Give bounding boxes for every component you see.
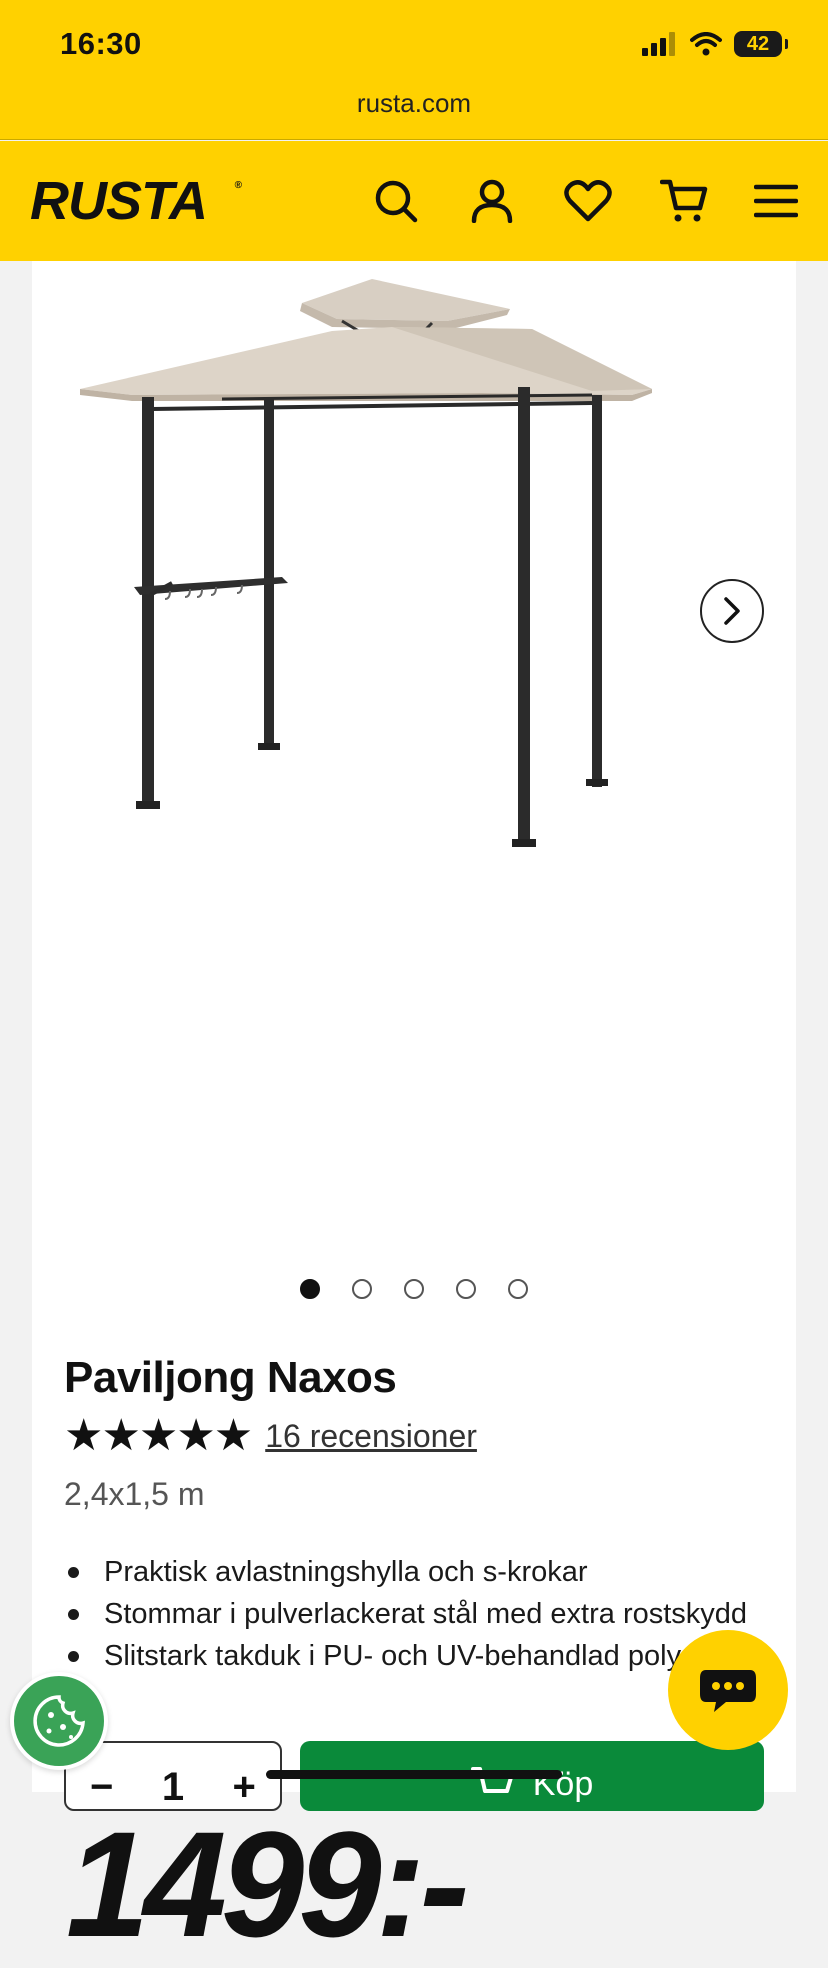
url-text[interactable]: rusta.com xyxy=(357,88,471,119)
star-rating-icon: ★★★★★ xyxy=(64,1411,253,1460)
gallery-dot[interactable] xyxy=(456,1279,476,1299)
search-icon xyxy=(375,180,418,223)
site-header: RUSTA ® xyxy=(0,141,828,261)
battery-icon: 42 xyxy=(734,31,788,57)
product-price: 1499:- xyxy=(66,1800,470,1968)
cart-button[interactable] xyxy=(636,171,732,231)
gallery-next-button[interactable] xyxy=(700,579,764,643)
menu-hamburger-icon xyxy=(754,184,798,218)
product-size: 2,4x1,5 m xyxy=(64,1476,205,1512)
status-icons: 42 xyxy=(642,31,788,57)
rating-row: ★★★★★ 16 recensioner xyxy=(64,1414,477,1458)
chevron-right-icon xyxy=(724,597,740,625)
gallery-dot[interactable] xyxy=(300,1279,320,1299)
quantity-value[interactable]: 1 xyxy=(162,1765,184,1810)
battery-level: 42 xyxy=(746,32,770,55)
gallery-dot[interactable] xyxy=(404,1279,424,1299)
feature-item: Praktisk avlastningshylla och s-krokar xyxy=(64,1551,764,1593)
status-time: 16:30 xyxy=(60,26,142,61)
url-bar[interactable]: rusta.com xyxy=(0,88,828,140)
header-actions xyxy=(348,171,798,231)
cookie-icon xyxy=(33,1695,85,1747)
chat-icon xyxy=(700,1670,756,1712)
gallery-dot[interactable] xyxy=(352,1279,372,1299)
gazebo-product-image[interactable] xyxy=(32,271,796,1221)
product-title: Paviljong Naxos xyxy=(64,1353,397,1402)
gallery-pagination xyxy=(32,1279,796,1303)
status-bar: 16:30 42 xyxy=(0,0,828,88)
rusta-logo[interactable]: RUSTA ® xyxy=(30,170,242,232)
quantity-decrease-button[interactable]: − xyxy=(90,1765,113,1810)
wishlist-heart-icon xyxy=(564,180,612,222)
reviews-link[interactable]: 16 recensioner xyxy=(265,1418,477,1455)
account-icon xyxy=(471,179,513,223)
search-button[interactable] xyxy=(348,171,444,231)
chat-button[interactable] xyxy=(668,1630,788,1750)
wifi-icon xyxy=(690,32,722,56)
wishlist-button[interactable] xyxy=(540,171,636,231)
menu-button[interactable] xyxy=(732,171,798,231)
gallery-dot[interactable] xyxy=(508,1279,528,1299)
feature-item: Slitstark takduk i PU- och UV-behandlad … xyxy=(64,1635,764,1677)
cart-icon xyxy=(660,179,708,222)
product-card: Paviljong Naxos ★★★★★ 16 recensioner 2,4… xyxy=(32,261,796,1959)
feature-list: Praktisk avlastningshylla och s-krokar S… xyxy=(64,1551,764,1677)
logo-registered-mark: ® xyxy=(234,180,242,191)
home-indicator xyxy=(266,1770,562,1779)
logo-text: RUSTA xyxy=(30,171,208,231)
cookie-settings-button[interactable] xyxy=(10,1672,108,1770)
feature-item: Stommar i pulverlackerat stål med extra … xyxy=(64,1593,764,1635)
account-button[interactable] xyxy=(444,171,540,231)
signal-icon xyxy=(642,32,675,56)
quantity-increase-button[interactable]: + xyxy=(232,1765,255,1810)
